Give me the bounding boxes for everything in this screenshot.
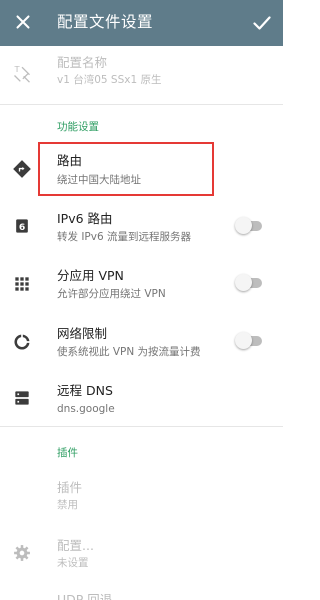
ipv6-icon: 6: [11, 215, 33, 237]
plugin-configure-label: 配置...: [57, 538, 94, 553]
svg-text:6: 6: [19, 222, 25, 233]
app-bar: 配置文件设置: [0, 0, 283, 46]
page-title: 配置文件设置: [57, 13, 154, 31]
section-divider: [0, 426, 283, 427]
remote-dns-row[interactable]: 远程 DNS dns.google: [0, 372, 283, 424]
plugin-configure-row[interactable]: 配置... 未设置: [0, 530, 283, 580]
metered-network-label: 网络限制: [57, 326, 108, 341]
per-app-vpn-description: 允许部分应用绕过 VPN: [57, 288, 166, 300]
rename-icon: T: [11, 62, 33, 84]
route-icon: [11, 158, 33, 180]
plugin-section-header: 插件: [57, 447, 78, 459]
remote-dns-value: dns.google: [57, 403, 115, 415]
profile-name-row[interactable]: T 配置名称 v1 台湾05 SSx1 原生: [0, 46, 283, 102]
toggle-thumb: [235, 217, 252, 234]
profile-name-label: 配置名称: [57, 55, 108, 70]
settings-icon: [11, 542, 33, 564]
metered-network-toggle[interactable]: [235, 332, 263, 350]
function-section-header: 功能设置: [57, 121, 99, 133]
toggle-thumb: [235, 332, 252, 349]
close-icon[interactable]: [12, 11, 34, 33]
ipv6-route-description: 转发 IPv6 流量到远程服务器: [57, 231, 191, 243]
plugin-label: 插件: [57, 480, 83, 495]
profile-settings-screen: 配置文件设置 T 配置名称 v1 台湾05 SSx1 原生 功能设置 路由 绕过…: [0, 0, 283, 600]
ipv6-route-label: IPv6 路由: [57, 211, 113, 226]
dns-icon: [11, 387, 33, 409]
per-app-vpn-label: 分应用 VPN: [57, 268, 124, 283]
route-highlight-box: [38, 142, 214, 196]
plugin-row[interactable]: 插件 禁用: [0, 472, 283, 520]
section-divider: [0, 104, 283, 105]
udp-fallback-row[interactable]: UDP 回退: [0, 590, 283, 600]
toggle-thumb: [235, 274, 252, 291]
plugin-value: 禁用: [57, 499, 78, 511]
profile-name-value: v1 台湾05 SSx1 原生: [57, 74, 162, 86]
check-icon[interactable]: [250, 11, 274, 35]
metered-network-row[interactable]: 网络限制 使系统视此 VPN 为按流量计费: [0, 314, 283, 370]
metered-network-description: 使系统视此 VPN 为按流量计费: [57, 346, 201, 358]
ipv6-route-row[interactable]: 6 IPv6 路由 转发 IPv6 流量到远程服务器: [0, 200, 283, 254]
per-app-vpn-row[interactable]: 分应用 VPN 允许部分应用绕过 VPN: [0, 256, 283, 312]
remote-dns-label: 远程 DNS: [57, 383, 113, 398]
udp-fallback-label: UDP 回退: [57, 592, 113, 600]
data-usage-icon: [11, 331, 33, 353]
plugin-configure-value: 未设置: [57, 557, 89, 569]
apps-grid-icon: [11, 273, 33, 295]
ipv6-route-toggle[interactable]: [235, 217, 263, 235]
per-app-vpn-toggle[interactable]: [235, 274, 263, 292]
svg-text:T: T: [14, 64, 21, 74]
